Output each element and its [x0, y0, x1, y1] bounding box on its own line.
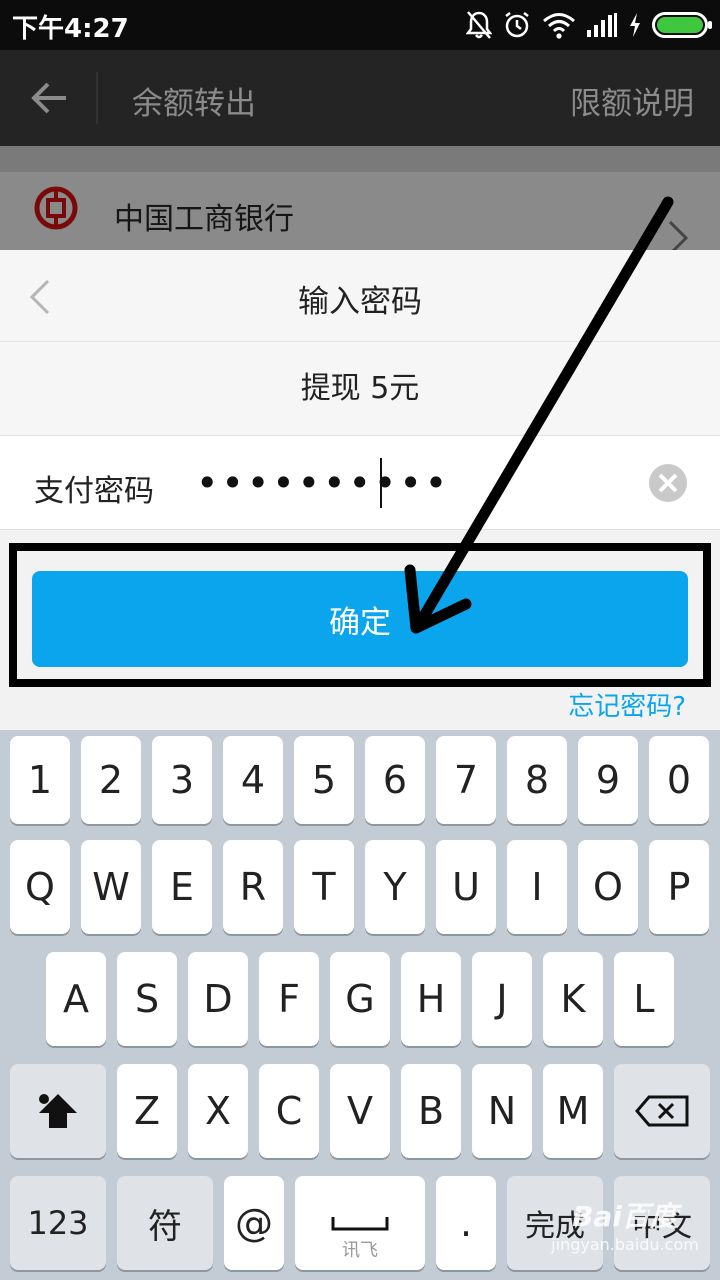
key-4[interactable]: 4 — [223, 736, 283, 824]
background-page: 中国工商银行 — [0, 146, 720, 256]
bank-name: 中国工商银行 — [114, 202, 294, 237]
battery-icon — [652, 12, 712, 38]
key-l[interactable]: L — [614, 952, 674, 1046]
wifi-icon — [543, 13, 575, 39]
key-2[interactable]: 2 — [81, 736, 141, 824]
key-j[interactable]: J — [472, 952, 532, 1046]
password-input[interactable]: •••••••••• — [196, 453, 450, 513]
key-r[interactable]: R — [223, 840, 283, 934]
symbols-key[interactable]: 符 — [117, 1176, 213, 1270]
key-3[interactable]: 3 — [152, 736, 212, 824]
withdraw-amount: 提现 5元 — [0, 342, 720, 436]
at-key[interactable]: @ — [224, 1176, 284, 1270]
app-bar: 余额转出 限额说明 — [0, 50, 720, 146]
key-p[interactable]: P — [649, 840, 709, 934]
key-u[interactable]: U — [436, 840, 496, 934]
key-6[interactable]: 6 — [365, 736, 425, 824]
key-8[interactable]: 8 — [507, 736, 567, 824]
key-z[interactable]: Z — [117, 1064, 177, 1158]
key-9[interactable]: 9 — [578, 736, 638, 824]
key-t[interactable]: T — [294, 840, 354, 934]
backspace-icon — [635, 1095, 689, 1127]
charging-icon — [630, 13, 640, 37]
key-m[interactable]: M — [543, 1064, 603, 1158]
key-v[interactable]: V — [330, 1064, 390, 1158]
key-a[interactable]: A — [46, 952, 106, 1046]
password-label: 支付密码 — [34, 474, 154, 509]
numeric-key[interactable]: 123 — [10, 1176, 106, 1270]
space-key[interactable]: 讯飞 — [295, 1176, 425, 1270]
key-n[interactable]: N — [472, 1064, 532, 1158]
key-f[interactable]: F — [259, 952, 319, 1046]
notifications-off-icon — [466, 11, 492, 39]
watermark-url: jingyan.baidu.com — [551, 1235, 699, 1254]
key-x[interactable]: X — [188, 1064, 248, 1158]
key-k[interactable]: K — [543, 952, 603, 1046]
clear-icon[interactable] — [648, 463, 688, 503]
key-h[interactable]: H — [401, 952, 461, 1046]
backspace-key[interactable] — [614, 1064, 710, 1158]
key-o[interactable]: O — [578, 840, 638, 934]
icbc-logo-icon — [34, 186, 78, 230]
highlight-frame — [9, 543, 711, 687]
key-w[interactable]: W — [81, 840, 141, 934]
status-time: 下午4:27 — [12, 14, 129, 44]
bank-card-row — [0, 172, 720, 250]
app-bar-title: 余额转出 — [132, 86, 256, 122]
key-7[interactable]: 7 — [436, 736, 496, 824]
key-i[interactable]: I — [507, 840, 567, 934]
key-y[interactable]: Y — [365, 840, 425, 934]
app-bar-divider — [96, 72, 98, 124]
key-1[interactable]: 1 — [10, 736, 70, 824]
alarm-icon — [505, 12, 529, 38]
status-bar: 下午4:27 — [0, 0, 720, 50]
forgot-password-link[interactable]: 忘记密码? — [568, 686, 686, 723]
shift-icon — [39, 1094, 77, 1128]
signal-icon — [587, 13, 617, 37]
ime-brand-label: 讯飞 — [342, 1240, 378, 1261]
key-e[interactable]: E — [152, 840, 212, 934]
key-5[interactable]: 5 — [294, 736, 354, 824]
sheet-header: 输入密码 — [0, 250, 720, 342]
limit-info-link[interactable]: 限额说明 — [570, 78, 694, 123]
text-caret — [380, 458, 382, 508]
period-key[interactable]: . — [436, 1176, 496, 1270]
key-b[interactable]: B — [401, 1064, 461, 1158]
key-c[interactable]: C — [259, 1064, 319, 1158]
key-d[interactable]: D — [188, 952, 248, 1046]
forgot-row: 忘记密码? — [0, 692, 720, 730]
key-s[interactable]: S — [117, 952, 177, 1046]
watermark-logo-text: Bai百度 — [572, 1200, 678, 1233]
key-0[interactable]: 0 — [649, 736, 709, 824]
watermark: Bai百度 jingyan.baidu.com — [540, 1195, 710, 1265]
status-icons — [466, 9, 712, 41]
back-arrow-icon[interactable] — [26, 74, 74, 122]
password-row[interactable]: 支付密码 •••••••••• — [0, 436, 720, 530]
sheet-title: 输入密码 — [298, 284, 422, 320]
key-q[interactable]: Q — [10, 840, 70, 934]
space-icon — [331, 1217, 389, 1231]
shift-key[interactable] — [10, 1064, 106, 1158]
key-g[interactable]: G — [330, 952, 390, 1046]
